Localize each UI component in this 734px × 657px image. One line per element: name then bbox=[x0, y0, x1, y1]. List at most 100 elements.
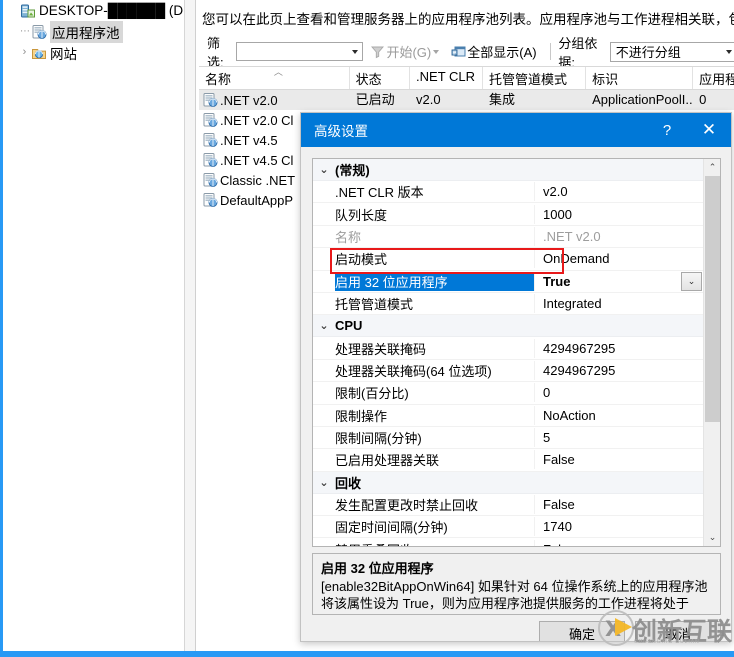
panel-splitter[interactable] bbox=[185, 0, 196, 654]
property-value[interactable]: 4294967295 bbox=[535, 363, 703, 378]
tree-item-server-label: DESKTOP-██████ (DESKT bbox=[39, 3, 185, 18]
tree-item-app-pools[interactable]: ⋯ 应用程序池 bbox=[3, 21, 184, 42]
iis-manager-window: DESKTOP-██████ (DESKT ⋯ 应用程序池 › bbox=[0, 0, 734, 657]
property-name: 启动模式 bbox=[335, 249, 535, 268]
ok-button[interactable]: 确定 bbox=[539, 621, 625, 642]
column-header-status[interactable]: 状态 bbox=[350, 67, 410, 89]
sort-ascending-icon: ︿ bbox=[274, 67, 283, 78]
column-header-clr[interactable]: .NET CLR bbox=[410, 67, 483, 89]
property-category-cpu[interactable]: ⌄ CPU bbox=[313, 315, 703, 337]
property-value[interactable]: NoAction bbox=[535, 408, 703, 423]
toolbar-separator bbox=[550, 43, 551, 60]
tree-item-sites-label: 网站 bbox=[50, 43, 77, 63]
property-name: 发生配置更改时禁止回收 bbox=[335, 495, 535, 514]
filter-input[interactable] bbox=[236, 42, 363, 61]
property-row-queue-length[interactable]: 队列长度 1000 bbox=[313, 203, 703, 225]
property-row-limit-interval[interactable]: 限制间隔(分钟) 5 bbox=[313, 427, 703, 449]
cell-name-label: .NET v4.5 Cl bbox=[220, 151, 293, 170]
show-all-icon bbox=[451, 44, 467, 60]
property-name: 托管管道模式 bbox=[335, 294, 535, 313]
property-value[interactable]: False bbox=[535, 452, 703, 467]
group-chevron-down-icon[interactable] bbox=[726, 50, 732, 54]
help-icon[interactable]: ? bbox=[647, 113, 687, 147]
property-category-recycling-label: 回收 bbox=[335, 473, 361, 492]
app-pool-icon bbox=[31, 24, 47, 40]
property-row-processor-affinity-mask-64[interactable]: 处理器关联掩码(64 位选项) 4294967295 bbox=[313, 360, 703, 382]
connections-tree-panel: DESKTOP-██████ (DESKT ⋯ 应用程序池 › bbox=[3, 0, 185, 654]
cell-name-label: .NET v2.0 Cl bbox=[220, 111, 293, 130]
cell-clr: v2.0 bbox=[410, 90, 483, 110]
tree-expander-sites[interactable]: › bbox=[18, 46, 31, 59]
property-category-general-label: (常规) bbox=[335, 160, 370, 179]
property-row-regular-time-interval[interactable]: 固定时间间隔(分钟) 1740 bbox=[313, 516, 703, 538]
property-category-general[interactable]: ⌄ (常规) bbox=[313, 159, 703, 181]
property-row-processor-affinity-mask[interactable]: 处理器关联掩码 4294967295 bbox=[313, 337, 703, 359]
property-row-start-mode[interactable]: 启动模式 OnDemand bbox=[313, 248, 703, 270]
column-header-pipeline[interactable]: 托管管道模式 bbox=[483, 67, 586, 89]
property-value[interactable]: 1740 bbox=[535, 519, 703, 534]
property-row-enable-32bit[interactable]: 启用 32 位应用程序 True ⌄ bbox=[313, 271, 703, 293]
column-header-identity[interactable]: 标识 bbox=[586, 67, 693, 89]
window-bottom-border bbox=[3, 651, 734, 654]
property-name: 队列长度 bbox=[335, 205, 535, 224]
cell-status: 已启动 bbox=[350, 90, 410, 110]
cell-name-label: Classic .NET bbox=[220, 171, 295, 190]
dialog-title-bar[interactable]: 高级设置 ? ✕ bbox=[301, 113, 731, 147]
start-chevron-down-icon[interactable] bbox=[433, 50, 439, 54]
close-icon[interactable]: ✕ bbox=[687, 113, 731, 147]
property-value[interactable]: True bbox=[535, 274, 681, 289]
property-row-disable-recycling-on-config-change[interactable]: 发生配置更改时禁止回收 False bbox=[313, 494, 703, 516]
chevron-down-icon[interactable]: ⌄ bbox=[313, 163, 335, 176]
app-pool-icon bbox=[202, 132, 218, 148]
chevron-down-icon[interactable]: ⌄ bbox=[313, 476, 335, 489]
column-header-name[interactable]: ︿ 名称 bbox=[199, 67, 350, 89]
chevron-down-icon[interactable] bbox=[352, 50, 358, 54]
property-grid-scrollbar[interactable]: ⌃ ⌄ bbox=[703, 159, 720, 546]
tree-item-server[interactable]: DESKTOP-██████ (DESKT bbox=[3, 0, 184, 21]
cell-identity: ApplicationPoolI... bbox=[586, 90, 693, 110]
property-value[interactable]: 4294967295 bbox=[535, 341, 703, 356]
property-description-body: [enable32BitAppOnWin64] 如果针对 64 位操作系统上的应… bbox=[321, 578, 712, 615]
column-header-applications[interactable]: 应用程序 bbox=[693, 67, 734, 89]
property-description-box: 启用 32 位应用程序 [enable32BitAppOnWin64] 如果针对… bbox=[312, 553, 721, 615]
property-row-clr-version[interactable]: .NET CLR 版本 v2.0 bbox=[313, 181, 703, 203]
table-row[interactable]: .NET v2.0 已启动 v2.0 集成 ApplicationPoolI..… bbox=[199, 90, 734, 110]
scroll-up-icon[interactable]: ⌃ bbox=[704, 159, 721, 176]
property-value[interactable]: Integrated bbox=[535, 296, 703, 311]
dialog-title: 高级设置 bbox=[314, 120, 647, 140]
funnel-icon bbox=[370, 44, 386, 60]
property-name: .NET CLR 版本 bbox=[335, 182, 535, 201]
group-by-select[interactable]: 不进行分组 bbox=[610, 42, 734, 62]
property-row-processor-affinity-enabled[interactable]: 已启用处理器关联 False bbox=[313, 449, 703, 471]
property-name: 限制间隔(分钟) bbox=[335, 428, 535, 447]
property-name: 禁用重叠回收 bbox=[335, 540, 535, 546]
show-all-button[interactable]: 全部显示(A) bbox=[448, 41, 539, 62]
property-row-limit-action[interactable]: 限制操作 NoAction bbox=[313, 405, 703, 427]
property-value[interactable]: 1000 bbox=[535, 207, 703, 222]
property-value: .NET v2.0 bbox=[535, 229, 703, 244]
property-category-recycling[interactable]: ⌄ 回收 bbox=[313, 472, 703, 494]
property-value[interactable]: v2.0 bbox=[535, 184, 703, 199]
property-value[interactable]: 5 bbox=[535, 430, 703, 445]
property-value[interactable]: OnDemand bbox=[535, 251, 703, 266]
column-header-clr-label: .NET CLR bbox=[416, 69, 475, 84]
property-value[interactable]: 0 bbox=[535, 385, 703, 400]
property-row-disable-overlapped-recycle[interactable]: 禁用重叠回收 False bbox=[313, 538, 703, 546]
scrollbar-thumb[interactable] bbox=[705, 176, 720, 422]
property-value[interactable]: False bbox=[535, 542, 703, 546]
start-filter-label: 开始(G) bbox=[386, 42, 431, 61]
property-row-pipeline-mode[interactable]: 托管管道模式 Integrated bbox=[313, 293, 703, 315]
cancel-button[interactable]: 取消 bbox=[635, 621, 721, 642]
property-value[interactable]: False bbox=[535, 497, 703, 512]
tree-connector-dots: ⋯ bbox=[18, 26, 31, 37]
tree-item-sites[interactable]: › 网站 bbox=[3, 42, 184, 63]
column-header-pipeline-label: 托管管道模式 bbox=[489, 72, 567, 87]
resize-grip-icon[interactable]: ◢ bbox=[717, 627, 729, 639]
scroll-down-icon[interactable]: ⌄ bbox=[704, 529, 721, 546]
property-name: 限制操作 bbox=[335, 406, 535, 425]
group-by-value: 不进行分组 bbox=[613, 42, 724, 61]
property-row-limit-percent[interactable]: 限制(百分比) 0 bbox=[313, 382, 703, 404]
chevron-down-icon[interactable]: ⌄ bbox=[681, 272, 702, 291]
start-filter-button[interactable]: 开始(G) bbox=[367, 41, 444, 62]
chevron-down-icon[interactable]: ⌄ bbox=[313, 319, 335, 332]
